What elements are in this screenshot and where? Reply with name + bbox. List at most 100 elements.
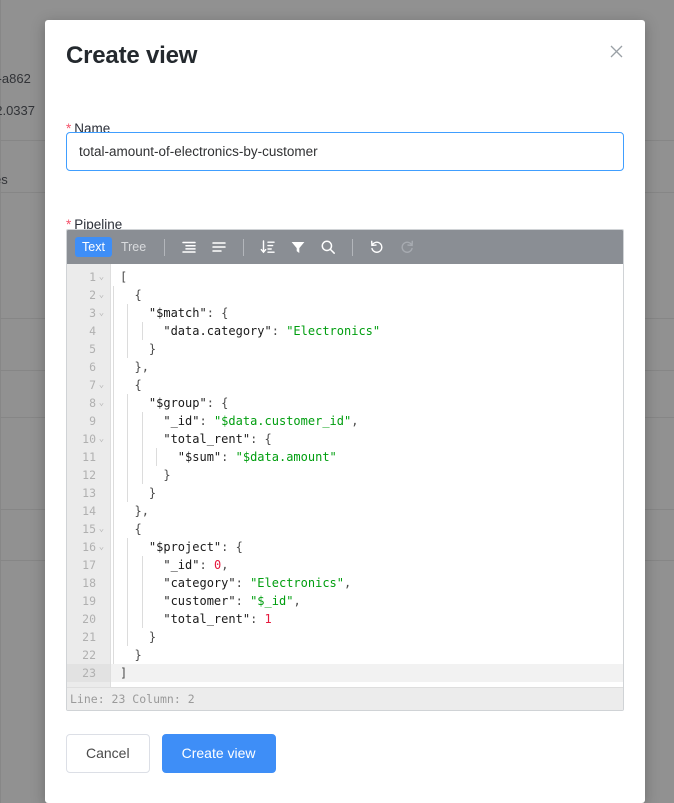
chevron-down-icon[interactable]: ⌄ [96,290,107,300]
editor-code-line[interactable]: } [111,340,623,358]
editor-line-number: 14 [82,504,96,518]
pipeline-json-editor[interactable]: Text Tree 1 ⌄ 2 ⌄ 3 ⌄ 4 5 6 7 ⌄ 8 ⌄ 9 10… [66,229,624,711]
indent-guide [113,376,114,394]
editor-code-line[interactable]: { [111,376,623,394]
editor-code-line[interactable]: }, [111,358,623,376]
indent-guide [127,340,129,358]
indent-guide [127,556,129,574]
tab-text-mode[interactable]: Text [75,237,112,257]
editor-code-line[interactable]: { [111,520,623,538]
editor-code-line[interactable]: } [111,646,623,664]
editor-line-number: 17 [82,558,96,572]
indent-guide [113,574,114,592]
editor-status-bar: Line: 23 Column: 2 [67,687,623,710]
chevron-down-icon[interactable]: ⌄ [96,434,107,444]
chevron-down-icon[interactable]: ⌄ [96,380,107,390]
sort-icon[interactable] [256,235,280,259]
chevron-down-icon[interactable]: ⌄ [96,308,107,318]
editor-body[interactable]: 1 ⌄ 2 ⌄ 3 ⌄ 4 5 6 7 ⌄ 8 ⌄ 9 10 ⌄ 11 12 13 14 15 ⌄ 16 ⌄ 17 18 19 20 2… [67,264,623,687]
compact-json-icon[interactable] [207,235,231,259]
toolbar-separator [164,238,166,256]
editor-line-number: 9 [89,414,96,428]
indent-guide [141,466,143,484]
create-view-button[interactable]: Create view [161,734,276,773]
name-input[interactable] [66,132,624,171]
editor-code-line[interactable]: } [111,628,623,646]
editor-code-line[interactable]: "total_rent": 1 [111,610,623,628]
indent-guide [141,610,143,628]
editor-line-number: 13 [82,486,96,500]
editor-code-line[interactable]: "$project": { [111,538,623,556]
cancel-button[interactable]: Cancel [66,734,150,773]
indent-guide [113,430,114,448]
editor-code-line[interactable]: }, [111,502,623,520]
editor-code-line[interactable]: "$group": { [111,394,623,412]
indent-guide [127,628,129,646]
editor-line-number: 4 [89,324,96,338]
indent-guide [127,484,129,502]
chevron-down-icon[interactable]: ⌄ [96,272,107,282]
editor-code-line[interactable]: "data.category": "Electronics" [111,322,623,340]
editor-code-line[interactable]: "_id": "$data.customer_id", [111,412,623,430]
indent-guide [113,628,114,646]
indent-guide [113,412,114,430]
format-json-icon[interactable] [177,235,201,259]
editor-line-number: 22 [82,648,96,662]
indent-guide [141,574,143,592]
close-icon[interactable] [605,40,627,62]
indent-guide [113,322,114,340]
create-view-dialog: Create view *Name *Pipeline Text Tree [45,20,645,803]
indent-guide [113,502,114,520]
filter-icon[interactable] [286,235,310,259]
indent-guide [113,340,114,358]
editor-code-line[interactable]: } [111,484,623,502]
editor-code-line[interactable]: "total_rent": { [111,430,623,448]
indent-guide [113,538,114,556]
editor-code-area[interactable]: [ { "$match": { "data.category": "Electr… [111,264,623,687]
editor-code-line[interactable]: "$sum": "$data.amount" [111,448,623,466]
tab-tree-mode[interactable]: Tree [114,237,153,257]
editor-line-number: 7 ⌄ [67,376,110,394]
indent-guide [113,646,114,664]
editor-code-line[interactable]: } [111,466,623,484]
editor-gutter: 1 ⌄ 2 ⌄ 3 ⌄ 4 5 6 7 ⌄ 8 ⌄ 9 10 ⌄ 11 12 13 14 15 ⌄ 16 ⌄ 17 18 19 20 2… [67,264,111,687]
editor-code-line[interactable]: { [111,286,623,304]
chevron-down-icon[interactable]: ⌄ [96,524,107,534]
editor-line-number: 18 [82,576,96,590]
indent-guide [113,610,114,628]
indent-guide [141,412,143,430]
indent-guide [127,538,129,556]
chevron-down-icon[interactable]: ⌄ [96,398,107,408]
editor-line-number: 5 [89,342,96,356]
indent-guide [113,466,114,484]
indent-guide [141,322,143,340]
editor-code-line[interactable]: [ [111,268,623,286]
editor-code-line[interactable]: "$match": { [111,304,623,322]
editor-code-line[interactable]: "customer": "$_id", [111,592,623,610]
chevron-down-icon[interactable]: ⌄ [96,542,107,552]
editor-line-number: 11 [82,450,96,464]
editor-line-number: 23 [67,664,110,682]
search-icon[interactable] [316,235,340,259]
editor-line-number: 15 ⌄ [67,520,110,538]
redo-icon[interactable] [395,235,419,259]
editor-line-number: 16 ⌄ [67,538,110,556]
undo-icon[interactable] [365,235,389,259]
editor-code-line[interactable]: "_id": 0, [111,556,623,574]
indent-guide [127,430,129,448]
editor-line-number: 21 [82,630,96,644]
indent-guide [141,430,143,448]
indent-guide [141,448,143,466]
indent-guide [113,520,114,538]
editor-line-number: 19 [82,594,96,608]
dialog-footer: Cancel Create view [66,734,276,773]
editor-code-line[interactable]: ] [111,664,623,682]
editor-line-number: 10 ⌄ [67,430,110,448]
editor-line-number: 1 ⌄ [67,268,110,286]
editor-line-number: 3 ⌄ [67,304,110,322]
editor-line-number: 6 [89,360,96,374]
editor-code-line[interactable]: "category": "Electronics", [111,574,623,592]
editor-toolbar: Text Tree [67,230,623,264]
indent-guide [141,556,143,574]
indent-guide [127,322,129,340]
